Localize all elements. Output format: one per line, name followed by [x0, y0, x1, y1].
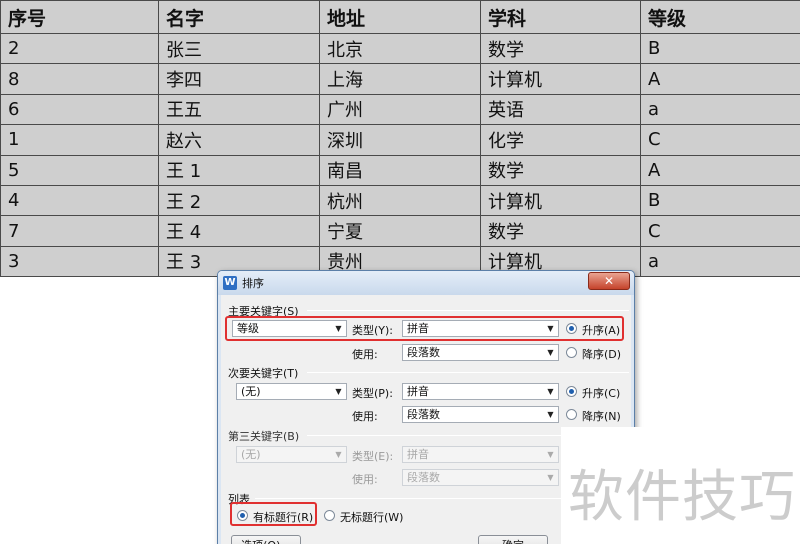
options-button[interactable]: 选项(O)...	[231, 535, 301, 544]
table-cell[interactable]: 李四	[158, 63, 320, 95]
secondary-use-value: 段落数	[407, 408, 440, 421]
tertiary-key-select: (无) ▼	[236, 446, 347, 463]
secondary-key-select[interactable]: (无) ▼	[236, 383, 347, 400]
tertiary-type-label: 类型(E):	[352, 450, 394, 463]
watermark-text: 软件技巧	[568, 465, 796, 530]
table-cell[interactable]: 4	[0, 184, 159, 217]
table-row: 7 王 4 宁夏 数学 C	[0, 215, 800, 247]
secondary-desc-label[interactable]: 降序(N)	[582, 408, 621, 424]
secondary-asc-label[interactable]: 升序(C)	[582, 385, 620, 401]
primary-use-label: 使用:	[352, 348, 378, 361]
no-header-label[interactable]: 无标题行(W)	[340, 509, 403, 525]
primary-use-select[interactable]: 段落数 ▼	[402, 344, 559, 361]
dialog-titlebar[interactable]: W 排序 ✕	[218, 271, 634, 295]
table-cell[interactable]: C	[640, 215, 800, 247]
table-cell[interactable]: 5	[0, 154, 159, 186]
table-cell[interactable]: 杭州	[319, 184, 481, 217]
primary-key-highlight	[225, 316, 624, 341]
table-cell[interactable]: 8	[0, 63, 159, 95]
table-cell[interactable]: 计算机	[480, 63, 641, 95]
group-divider	[307, 372, 629, 373]
chevron-down-icon: ▼	[547, 450, 554, 459]
table-cell[interactable]: a	[640, 245, 800, 278]
secondary-use-select[interactable]: 段落数 ▼	[402, 406, 559, 423]
tertiary-key-value: (无)	[241, 448, 261, 461]
close-button[interactable]: ✕	[588, 272, 630, 290]
tertiary-type-value: 拼音	[407, 448, 429, 461]
table-cell[interactable]: a	[640, 93, 800, 126]
table-cell[interactable]: 2	[0, 32, 159, 65]
table-cell[interactable]: 王 2	[158, 184, 320, 217]
tertiary-use-label: 使用:	[352, 473, 378, 486]
secondary-type-label: 类型(P):	[352, 387, 393, 400]
table-cell[interactable]: B	[640, 32, 800, 65]
table-cell[interactable]: 赵六	[158, 124, 320, 156]
ok-button[interactable]: 确定	[478, 535, 548, 544]
table-row: 1 赵六 深圳 化学 C	[0, 124, 800, 156]
table-cell[interactable]: A	[640, 154, 800, 186]
table-cell[interactable]: C	[640, 124, 800, 156]
table-cell[interactable]: 南昌	[319, 154, 481, 186]
secondary-key-value: (无)	[241, 385, 261, 398]
secondary-asc-radio[interactable]	[566, 386, 577, 397]
table-cell[interactable]: 数学	[480, 215, 641, 247]
table-row: 4 王 2 杭州 计算机 B	[0, 184, 800, 217]
header-cell-address[interactable]: 地址	[319, 0, 481, 34]
primary-desc-label[interactable]: 降序(D)	[582, 346, 621, 362]
chevron-down-icon: ▼	[335, 387, 342, 396]
data-table: 序号 名字 地址 学科 等级 2 张三 北京 数学 B 8 李四 上海 计算机 …	[0, 0, 800, 278]
table-row: 5 王 1 南昌 数学 A	[0, 154, 800, 186]
header-cell-subject[interactable]: 学科	[480, 0, 641, 34]
table-cell[interactable]: 宁夏	[319, 215, 481, 247]
chevron-down-icon: ▼	[547, 410, 554, 419]
table-cell[interactable]: 上海	[319, 63, 481, 95]
dialog-title: 排序	[242, 277, 264, 290]
table-cell[interactable]: 广州	[319, 93, 481, 126]
header-cell-index[interactable]: 序号	[0, 0, 159, 34]
secondary-key-group-title: 次要关键字(T)	[228, 367, 299, 380]
chevron-down-icon: ▼	[335, 450, 342, 459]
table-cell[interactable]: 张三	[158, 32, 320, 65]
group-divider	[307, 310, 629, 311]
chevron-down-icon: ▼	[547, 387, 554, 396]
secondary-desc-radio[interactable]	[566, 409, 577, 420]
header-cell-name[interactable]: 名字	[158, 0, 320, 34]
chevron-down-icon: ▼	[547, 473, 554, 482]
tertiary-use-select: 段落数 ▼	[402, 469, 559, 486]
has-header-highlight	[230, 502, 317, 526]
table-cell[interactable]: 1	[0, 124, 159, 156]
table-cell[interactable]: 7	[0, 215, 159, 247]
table-cell[interactable]: 王 1	[158, 154, 320, 186]
wps-app-icon: W	[223, 276, 237, 290]
primary-desc-radio[interactable]	[566, 347, 577, 358]
table-cell[interactable]: 计算机	[480, 184, 641, 217]
header-cell-grade[interactable]: 等级	[640, 0, 800, 34]
table-row: 8 李四 上海 计算机 A	[0, 63, 800, 95]
table-cell[interactable]: 王五	[158, 93, 320, 126]
tertiary-key-group-title: 第三关键字(B)	[228, 430, 300, 443]
secondary-type-value: 拼音	[407, 385, 429, 398]
table-header-row: 序号 名字 地址 学科 等级	[0, 0, 800, 34]
table-cell[interactable]: 数学	[480, 32, 641, 65]
primary-use-value: 段落数	[407, 346, 440, 359]
table-cell[interactable]: 6	[0, 93, 159, 126]
secondary-use-label: 使用:	[352, 410, 378, 423]
chevron-down-icon: ▼	[547, 348, 554, 357]
no-header-radio[interactable]	[324, 510, 335, 521]
table-row: 6 王五 广州 英语 a	[0, 93, 800, 126]
secondary-type-select[interactable]: 拼音 ▼	[402, 383, 559, 400]
table-cell[interactable]: 北京	[319, 32, 481, 65]
table-cell[interactable]: 英语	[480, 93, 641, 126]
table-cell[interactable]: 王 4	[158, 215, 320, 247]
tertiary-use-value: 段落数	[407, 471, 440, 484]
table-cell[interactable]: B	[640, 184, 800, 217]
tertiary-type-select: 拼音 ▼	[402, 446, 559, 463]
table-cell[interactable]: 数学	[480, 154, 641, 186]
table-cell[interactable]: A	[640, 63, 800, 95]
table-cell[interactable]: 化学	[480, 124, 641, 156]
table-cell[interactable]: 3	[0, 245, 159, 278]
table-row: 2 张三 北京 数学 B	[0, 32, 800, 65]
table-cell[interactable]: 深圳	[319, 124, 481, 156]
